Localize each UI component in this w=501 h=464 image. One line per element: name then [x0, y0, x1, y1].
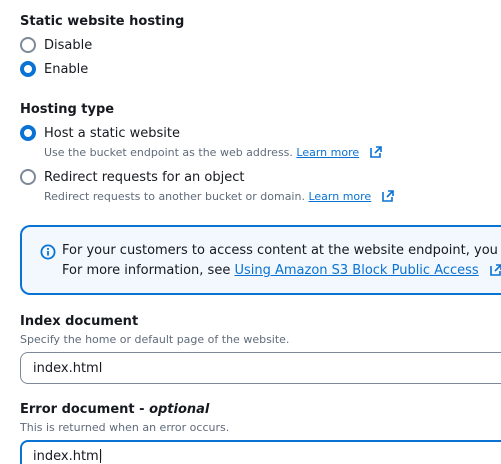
error-document-input[interactable] — [20, 440, 501, 464]
error-document-label-text: Error document - — [20, 402, 150, 417]
radio-redirect-label[interactable]: Redirect requests for an object — [44, 170, 244, 185]
text-cursor — [100, 449, 101, 463]
radio-redirect-requests[interactable]: Redirect requests for an object — [20, 169, 244, 185]
info-alert: For your customers to access content at … — [20, 225, 501, 295]
hosting-type-label: Hosting type — [20, 102, 115, 117]
error-document-description: This is returned when an error occurs. — [20, 421, 230, 434]
index-document-label: Index document — [20, 314, 139, 329]
index-document-input[interactable] — [20, 352, 501, 384]
external-link-icon[interactable] — [381, 189, 395, 203]
radio-enable-label[interactable]: Enable — [44, 62, 88, 77]
redirect-description: Redirect requests to another bucket or d… — [44, 189, 395, 203]
external-link-icon[interactable] — [369, 145, 383, 159]
radio-disable-label[interactable]: Disable — [44, 38, 92, 53]
redirect-description-text: Redirect requests to another bucket or d… — [44, 190, 305, 203]
learn-more-link-redirect[interactable]: Learn more — [308, 190, 371, 203]
host-static-description-text: Use the bucket endpoint as the web addre… — [44, 146, 293, 159]
radio-host-static-website[interactable]: Host a static website — [20, 125, 180, 141]
static-website-hosting-panel: Static website hosting Disable Enable Ho… — [0, 0, 501, 464]
learn-more-link-host[interactable]: Learn more — [296, 146, 359, 159]
error-document-label: Error document - optional — [20, 402, 209, 417]
info-alert-line-2: For more information, see Using Amazon S… — [62, 263, 501, 278]
index-document-description: Specify the home or default page of the … — [20, 333, 290, 346]
static-hosting-label: Static website hosting — [20, 14, 185, 29]
radio-enable-control[interactable] — [20, 61, 36, 77]
error-document-optional-tag: optional — [149, 402, 210, 417]
info-alert-line-2-prefix: For more information, see — [62, 263, 235, 278]
radio-host-static-label[interactable]: Host a static website — [44, 126, 180, 141]
info-icon — [40, 244, 56, 260]
radio-redirect-control[interactable] — [20, 169, 36, 185]
info-alert-line-1: For your customers to access content at … — [62, 243, 501, 258]
radio-host-static-control[interactable] — [20, 125, 36, 141]
radio-disable[interactable]: Disable — [20, 37, 92, 53]
block-public-access-link[interactable]: Using Amazon S3 Block Public Access — [234, 263, 478, 278]
host-static-description: Use the bucket endpoint as the web addre… — [44, 145, 383, 159]
external-link-icon[interactable] — [489, 263, 501, 277]
radio-disable-control[interactable] — [20, 37, 36, 53]
radio-enable[interactable]: Enable — [20, 61, 88, 77]
